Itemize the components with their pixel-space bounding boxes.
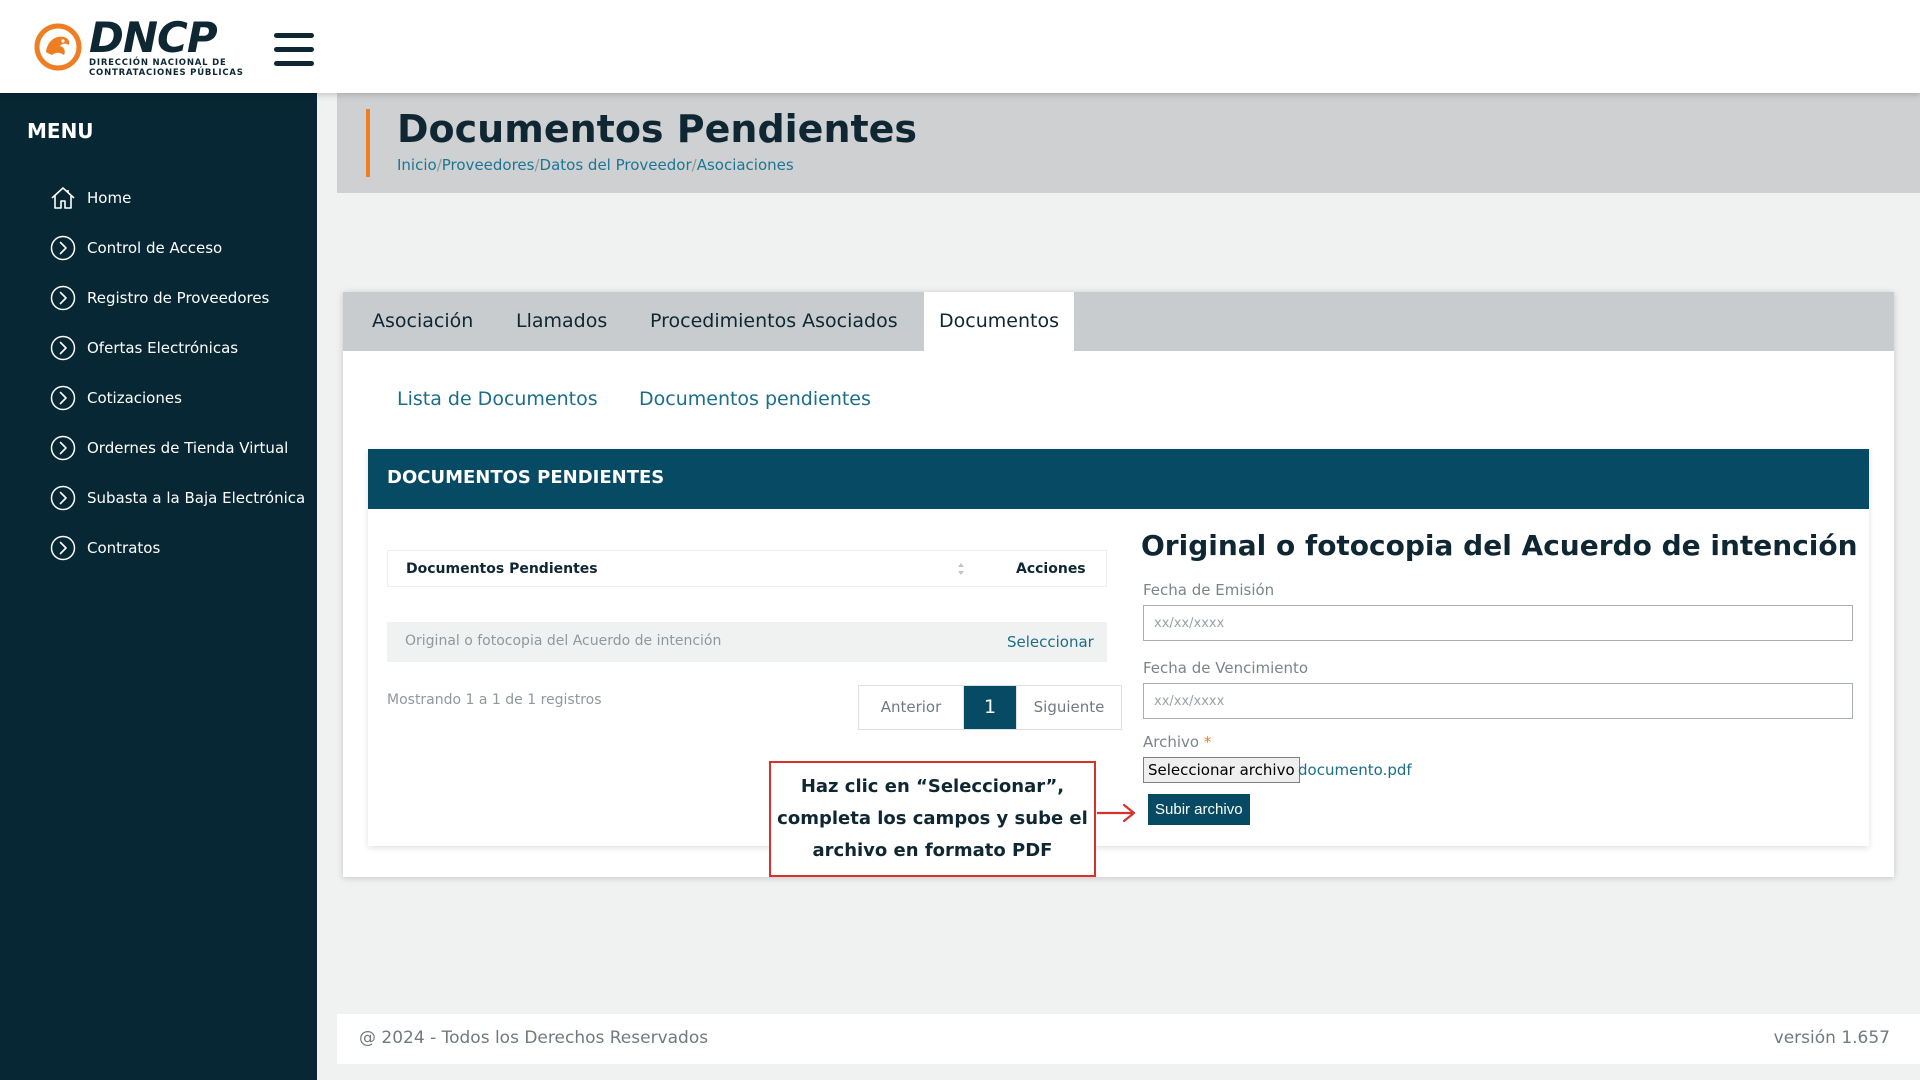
- sidebar-item-control-de-acceso[interactable]: Control de Acceso: [50, 223, 305, 273]
- sidebar-item-cotizaciones[interactable]: Cotizaciones: [50, 373, 305, 423]
- panel-title: DOCUMENTOS PENDIENTES: [387, 467, 665, 488]
- choose-file-button[interactable]: Seleccionar archivo: [1143, 757, 1300, 783]
- issue-date-input[interactable]: [1143, 605, 1853, 641]
- sidebar-item-label: Contratos: [87, 539, 161, 557]
- sidebar-item-contratos[interactable]: Contratos: [50, 523, 305, 573]
- sidebar-item-label: Ordernes de Tienda Virtual: [87, 439, 289, 457]
- file-label: Archivo *: [1143, 733, 1211, 751]
- pagination-prev-button[interactable]: Anterior: [859, 686, 964, 729]
- sidebar-item-subasta-baja-electronica[interactable]: Subasta a la Baja Electrónica: [50, 473, 305, 523]
- chevron-circle-icon: [50, 435, 76, 461]
- chevron-circle-icon: [50, 385, 76, 411]
- sidebar-item-label: Home: [87, 189, 132, 207]
- pending-documents-panel: DOCUMENTOS PENDIENTES Documentos Pendien…: [368, 449, 1869, 846]
- sort-icon[interactable]: [956, 560, 966, 578]
- expiry-date-input[interactable]: [1143, 683, 1853, 719]
- breadcrumb: Inicio/Proveedores/Datos del Proveedor/A…: [397, 156, 794, 174]
- sidebar-item-ofertas-electronicas[interactable]: Ofertas Electrónicas: [50, 323, 305, 373]
- column-header-acciones: Acciones: [1016, 561, 1086, 577]
- top-header: DNCP DIRECCIÓN NACIONAL DE CONTRATACIONE…: [0, 0, 1920, 93]
- chevron-circle-icon: [50, 235, 76, 261]
- sidebar-item-label: Cotizaciones: [87, 389, 182, 407]
- tab-procedimientos-asociados[interactable]: Procedimientos Asociados: [635, 292, 913, 351]
- chevron-circle-icon: [50, 485, 76, 511]
- sidebar-item-label: Ofertas Electrónicas: [87, 339, 239, 357]
- breadcrumb-asociaciones[interactable]: Asociaciones: [697, 156, 794, 174]
- subtab-documentos-pendientes[interactable]: Documentos pendientes: [639, 388, 871, 410]
- breadcrumb-inicio[interactable]: Inicio: [397, 156, 437, 174]
- sidebar-item-label: Control de Acceso: [87, 239, 223, 257]
- panel-header: DOCUMENTOS PENDIENTES: [368, 449, 1869, 509]
- breadcrumb-proveedores[interactable]: Proveedores: [442, 156, 535, 174]
- tab-bar: Asociación Llamados Procedimientos Asoci…: [343, 292, 1894, 351]
- sidebar-item-label: Subasta a la Baja Electrónica: [87, 489, 306, 507]
- brand-subtitle-line-1: DIRECCIÓN NACIONAL DE: [89, 58, 227, 68]
- file-label-text: Archivo: [1143, 733, 1200, 751]
- expiry-date-label: Fecha de Vencimiento: [1143, 659, 1309, 677]
- brand-subtitle: DIRECCIÓN NACIONAL DE CONTRATACIONES PÚB…: [89, 58, 244, 78]
- sidebar-item-label: Registro de Proveedores: [87, 289, 270, 307]
- home-icon: [51, 187, 75, 209]
- pagination-page-1[interactable]: 1: [964, 686, 1016, 729]
- menu-title: MENU: [27, 119, 94, 143]
- subtab-lista-de-documentos[interactable]: Lista de Documentos: [397, 388, 598, 410]
- tab-llamados[interactable]: Llamados: [501, 292, 622, 351]
- chevron-circle-icon: [50, 535, 76, 561]
- form-title: Original o fotocopia del Acuerdo de inte…: [1141, 529, 1858, 562]
- sidebar-item-home[interactable]: Home: [50, 173, 305, 223]
- instruction-callout: Haz clic en “Seleccionar”, completa los …: [769, 761, 1096, 877]
- tab-documentos[interactable]: Documentos: [924, 292, 1074, 351]
- main-card: Asociación Llamados Procedimientos Asoci…: [343, 292, 1894, 877]
- sidebar-item-ordenes-tienda-virtual[interactable]: Ordernes de Tienda Virtual: [50, 423, 305, 473]
- chevron-circle-icon: [50, 335, 76, 361]
- callout-text: Haz clic en “Seleccionar”, completa los …: [777, 776, 1088, 861]
- title-accent-bar: [366, 109, 370, 177]
- page-title: Documentos Pendientes: [397, 107, 918, 151]
- column-header-documentos[interactable]: Documentos Pendientes: [406, 561, 598, 577]
- selected-file-name: documento.pdf: [1298, 761, 1412, 779]
- table-row: Original o fotocopia del Acuerdo de inte…: [387, 622, 1107, 662]
- tab-asociacion[interactable]: Asociación: [357, 292, 488, 351]
- records-info: Mostrando 1 a 1 de 1 registros: [387, 692, 602, 708]
- brand-subtitle-line-2: CONTRATACIONES PÚBLICAS: [89, 68, 244, 78]
- chevron-circle-icon: [50, 285, 76, 311]
- footer: @ 2024 - Todos los Derechos Reservados v…: [337, 1014, 1920, 1064]
- copyright-text: @ 2024 - Todos los Derechos Reservados: [359, 1028, 709, 1048]
- brand-name: DNCP: [89, 13, 218, 62]
- dncp-emblem-icon: [34, 23, 82, 71]
- required-mark: *: [1203, 733, 1212, 751]
- pagination: Anterior 1 Siguiente: [858, 685, 1122, 730]
- sidebar-item-registro-de-proveedores[interactable]: Registro de Proveedores: [50, 273, 305, 323]
- breadcrumb-datos-del-proveedor[interactable]: Datos del Proveedor: [540, 156, 692, 174]
- upload-file-button[interactable]: Subir archivo: [1148, 794, 1250, 825]
- table-header: Documentos Pendientes Acciones: [387, 550, 1107, 587]
- issue-date-label: Fecha de Emisión: [1143, 581, 1275, 599]
- sidebar: MENU Home Control de Acceso Registro de …: [0, 93, 317, 1080]
- page-header: Documentos Pendientes Inicio/Proveedores…: [337, 93, 1920, 193]
- hamburger-menu-icon[interactable]: [274, 33, 314, 69]
- select-document-link[interactable]: Seleccionar: [1007, 633, 1094, 651]
- dncp-logo[interactable]: DNCP DIRECCIÓN NACIONAL DE CONTRATACIONE…: [33, 14, 243, 80]
- version-text: versión 1.657: [1773, 1028, 1890, 1048]
- pagination-next-button[interactable]: Siguiente: [1016, 686, 1121, 729]
- arrow-right-icon: [1097, 803, 1136, 823]
- document-name-cell: Original o fotocopia del Acuerdo de inte…: [405, 633, 722, 649]
- menu-list: Home Control de Acceso Registro de Prove…: [50, 173, 305, 573]
